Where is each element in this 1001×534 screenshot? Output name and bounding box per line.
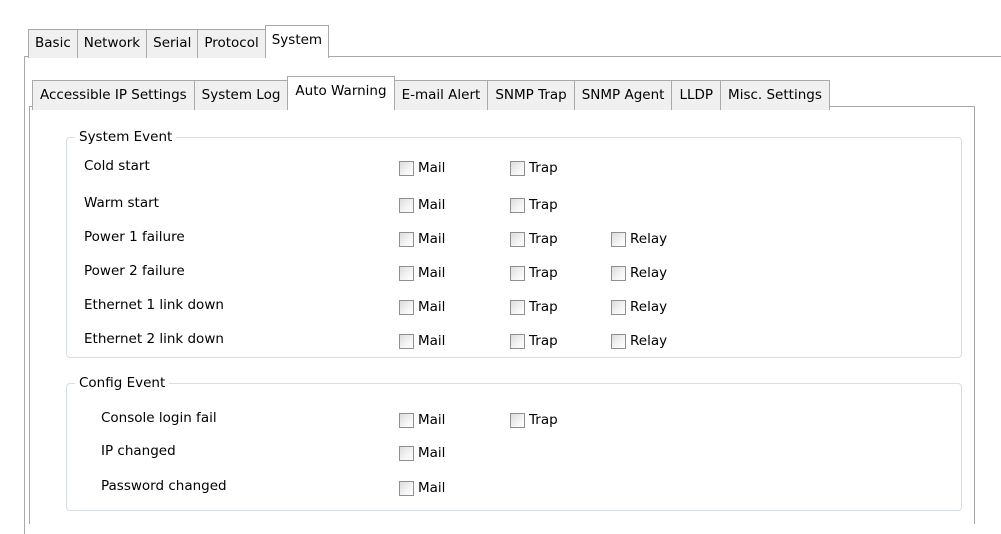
system-event-power-2-failure-relay-checkbox-label: Relay (630, 265, 667, 281)
system-event-power-2-failure-trap-checkbox[interactable]: Trap (510, 265, 558, 281)
system-event-warm-start-mail-checkbox[interactable]: Mail (399, 197, 445, 213)
system-event-ethernet-2-link-down-trap-checkbox[interactable]: Trap (510, 333, 558, 349)
system-event-warm-start-trap-checkbox-label: Trap (529, 197, 558, 213)
system-event-power-2-failure-relay-checkbox[interactable]: Relay (611, 265, 667, 281)
system-event-warm-start-trap-checkbox[interactable]: Trap (510, 197, 558, 213)
system-event-ethernet-2-link-down-relay-checkbox-box[interactable] (611, 334, 626, 349)
subtab-system-log[interactable]: System Log (195, 80, 289, 110)
config-event-console-login-fail-mail-checkbox-label: Mail (418, 412, 445, 428)
system-event-ethernet-2-link-down-trap-checkbox-box[interactable] (510, 334, 525, 349)
system-event-ethernet-2-link-down-trap-checkbox-label: Trap (529, 333, 558, 349)
system-event-ethernet-1-link-down-mail-checkbox-box[interactable] (399, 300, 414, 315)
system-event-power-1-failure-label: Power 1 failure (84, 229, 185, 245)
system-event-cold-start-mail-checkbox-box[interactable] (399, 161, 414, 176)
config-event-password-changed-label: Password changed (101, 478, 227, 494)
config-event-password-changed-mail-checkbox[interactable]: Mail (399, 480, 445, 496)
system-event-power-1-failure-trap-checkbox-label: Trap (529, 231, 558, 247)
subtab-auto-warning[interactable]: Auto Warning (287, 76, 394, 110)
system-event-ethernet-1-link-down-mail-checkbox[interactable]: Mail (399, 299, 445, 315)
system-event-power-1-failure-trap-checkbox[interactable]: Trap (510, 231, 558, 247)
system-event-cold-start-mail-checkbox[interactable]: Mail (399, 160, 445, 176)
main-tab-bar: BasicNetworkSerialProtocolSystem (28, 25, 329, 58)
system-event-power-2-failure-trap-checkbox-box[interactable] (510, 266, 525, 281)
config-event-console-login-fail-trap-checkbox-box[interactable] (510, 413, 525, 428)
system-event-ethernet-1-link-down-relay-checkbox[interactable]: Relay (611, 299, 667, 315)
system-event-ethernet-1-link-down-label: Ethernet 1 link down (84, 297, 224, 313)
system-event-power-2-failure-mail-checkbox-label: Mail (418, 265, 445, 281)
system-event-ethernet-2-link-down-mail-checkbox[interactable]: Mail (399, 333, 445, 349)
system-event-ethernet-1-link-down-mail-checkbox-label: Mail (418, 299, 445, 315)
system-event-warm-start-label: Warm start (84, 195, 159, 211)
config-event-password-changed-mail-checkbox-label: Mail (418, 480, 445, 496)
tab-network[interactable]: Network (78, 29, 147, 58)
subtab-misc-settings[interactable]: Misc. Settings (721, 80, 830, 110)
tab-protocol[interactable]: Protocol (198, 29, 265, 58)
config-event-ip-changed-mail-checkbox-label: Mail (418, 445, 445, 461)
system-event-cold-start-trap-checkbox-box[interactable] (510, 161, 525, 176)
system-sub-tab-bar: Accessible IP SettingsSystem LogAuto War… (32, 76, 830, 110)
config-event-console-login-fail-trap-checkbox-label: Trap (529, 412, 558, 428)
system-event-ethernet-1-link-down-trap-checkbox-box[interactable] (510, 300, 525, 315)
system-event-legend: System Event (75, 130, 176, 144)
tab-serial[interactable]: Serial (147, 29, 198, 58)
system-event-power-1-failure-relay-checkbox-label: Relay (630, 231, 667, 247)
config-event-console-login-fail-trap-checkbox[interactable]: Trap (510, 412, 558, 428)
system-event-ethernet-1-link-down-relay-checkbox-label: Relay (630, 299, 667, 315)
config-event-legend: Config Event (75, 376, 169, 390)
tab-system[interactable]: System (265, 25, 329, 58)
subtab-accessible-ip-settings[interactable]: Accessible IP Settings (32, 80, 195, 110)
subtab-lldp[interactable]: LLDP (672, 80, 721, 110)
system-event-power-2-failure-label: Power 2 failure (84, 263, 185, 279)
system-event-power-2-failure-mail-checkbox-box[interactable] (399, 266, 414, 281)
system-event-warm-start-mail-checkbox-box[interactable] (399, 198, 414, 213)
system-event-power-1-failure-mail-checkbox[interactable]: Mail (399, 231, 445, 247)
system-event-power-2-failure-mail-checkbox[interactable]: Mail (399, 265, 445, 281)
system-event-cold-start-trap-checkbox[interactable]: Trap (510, 160, 558, 176)
system-event-cold-start-label: Cold start (84, 158, 150, 174)
system-event-power-2-failure-relay-checkbox-box[interactable] (611, 266, 626, 281)
subtab-snmp-agent[interactable]: SNMP Agent (575, 80, 673, 110)
system-event-power-1-failure-relay-checkbox[interactable]: Relay (611, 231, 667, 247)
system-event-ethernet-2-link-down-mail-checkbox-box[interactable] (399, 334, 414, 349)
system-event-warm-start-trap-checkbox-box[interactable] (510, 198, 525, 213)
system-event-ethernet-1-link-down-trap-checkbox-label: Trap (529, 299, 558, 315)
system-event-ethernet-2-link-down-mail-checkbox-label: Mail (418, 333, 445, 349)
system-event-warm-start-mail-checkbox-label: Mail (418, 197, 445, 213)
system-event-power-1-failure-relay-checkbox-box[interactable] (611, 232, 626, 247)
subtab-snmp-trap[interactable]: SNMP Trap (488, 80, 574, 110)
subtab-e-mail-alert[interactable]: E-mail Alert (395, 80, 489, 110)
system-event-ethernet-2-link-down-label: Ethernet 2 link down (84, 331, 224, 347)
system-event-power-1-failure-mail-checkbox-box[interactable] (399, 232, 414, 247)
config-event-password-changed-mail-checkbox-box[interactable] (399, 481, 414, 496)
config-event-console-login-fail-mail-checkbox-box[interactable] (399, 413, 414, 428)
system-event-cold-start-mail-checkbox-label: Mail (418, 160, 445, 176)
config-event-ip-changed-mail-checkbox-box[interactable] (399, 446, 414, 461)
tab-basic[interactable]: Basic (28, 29, 78, 58)
system-event-power-2-failure-trap-checkbox-label: Trap (529, 265, 558, 281)
config-event-console-login-fail-mail-checkbox[interactable]: Mail (399, 412, 445, 428)
system-event-power-1-failure-mail-checkbox-label: Mail (418, 231, 445, 247)
system-event-ethernet-1-link-down-relay-checkbox-box[interactable] (611, 300, 626, 315)
config-event-ip-changed-label: IP changed (101, 443, 176, 459)
system-event-ethernet-2-link-down-relay-checkbox[interactable]: Relay (611, 333, 667, 349)
system-event-ethernet-2-link-down-relay-checkbox-label: Relay (630, 333, 667, 349)
system-event-cold-start-trap-checkbox-label: Trap (529, 160, 558, 176)
config-event-console-login-fail-label: Console login fail (101, 410, 217, 426)
system-event-power-1-failure-trap-checkbox-box[interactable] (510, 232, 525, 247)
system-event-ethernet-1-link-down-trap-checkbox[interactable]: Trap (510, 299, 558, 315)
config-event-ip-changed-mail-checkbox[interactable]: Mail (399, 445, 445, 461)
